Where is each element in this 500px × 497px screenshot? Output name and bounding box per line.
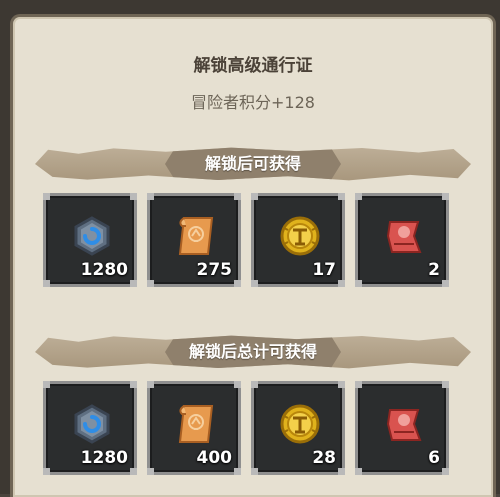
reward-quantity: 275: [196, 260, 233, 280]
reward-slot[interactable]: 6: [355, 381, 449, 475]
orange-scroll-icon: [178, 217, 214, 255]
unlock-pass-panel: 解锁高级通行证 冒险者积分+128 解锁后可获得 1280 275 17 2 解…: [10, 14, 496, 497]
reward-slot[interactable]: 1280: [43, 193, 137, 287]
reward-quantity: 6: [428, 448, 440, 468]
reward-quantity: 1280: [80, 260, 128, 280]
section-label: 解锁后总计可获得: [188, 342, 317, 361]
window-frame: 解锁高级通行证 冒险者积分+128 解锁后可获得 1280 275 17 2 解…: [0, 0, 500, 497]
blue-gem-hexagon-icon: [74, 404, 110, 444]
reward-quantity: 1280: [80, 448, 128, 468]
gold-coin-icon: [280, 216, 320, 256]
reward-quantity: 400: [196, 448, 233, 468]
reward-slot[interactable]: 400: [147, 381, 241, 475]
red-cloth-icon: [386, 221, 422, 253]
reward-slot[interactable]: 28: [251, 381, 345, 475]
reward-slot[interactable]: 17: [251, 193, 345, 287]
reward-quantity: 28: [312, 448, 336, 468]
reward-slot[interactable]: 1280: [43, 381, 137, 475]
section-label: 解锁后可获得: [204, 154, 301, 173]
reward-slot[interactable]: 2: [355, 193, 449, 287]
red-cloth-icon: [386, 409, 422, 441]
reward-row-total: 1280 400 28 6: [43, 381, 463, 475]
reward-quantity: 17: [312, 260, 336, 280]
blue-gem-hexagon-icon: [74, 216, 110, 256]
section-banner-unlock-rewards: 解锁后可获得: [35, 147, 471, 181]
reward-slot[interactable]: 275: [147, 193, 241, 287]
reward-row-unlock: 1280 275 17 2: [43, 193, 463, 287]
gold-coin-icon: [280, 404, 320, 444]
section-banner-total-rewards: 解锁后总计可获得: [35, 335, 471, 369]
reward-quantity: 2: [428, 260, 440, 280]
adventurer-points: 冒险者积分+128: [191, 93, 315, 112]
panel-title: 解锁高级通行证: [193, 56, 313, 76]
orange-scroll-icon: [178, 405, 214, 443]
